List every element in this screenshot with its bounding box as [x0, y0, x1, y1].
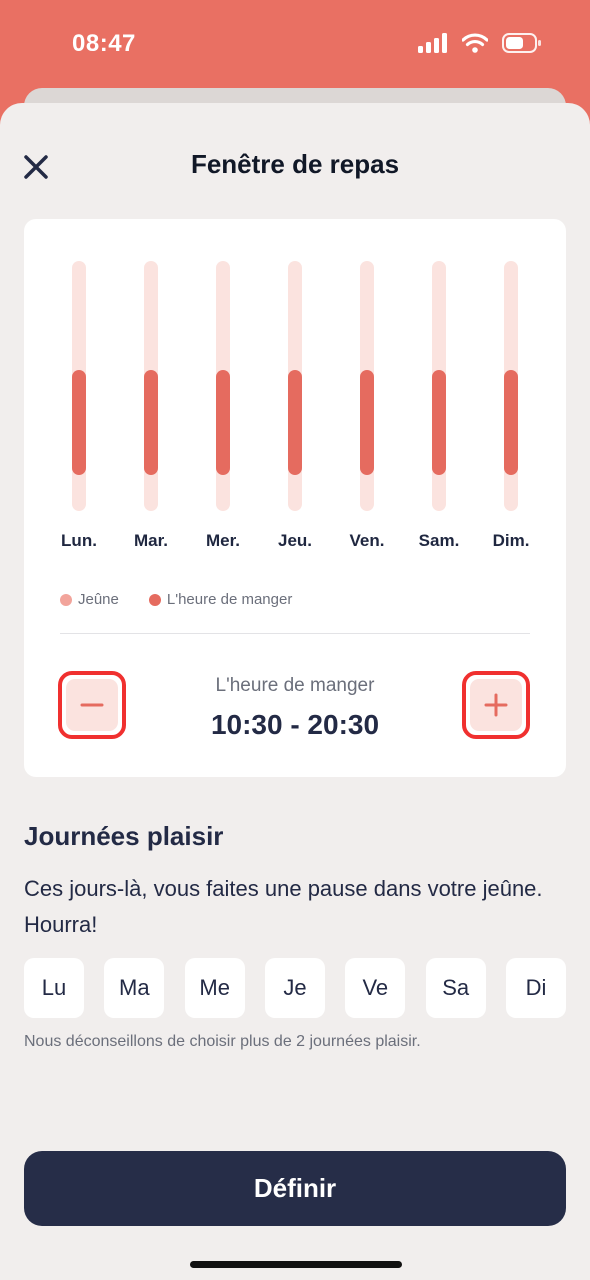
status-icons [418, 33, 542, 53]
eating-bar [216, 370, 230, 475]
chart-legend: Jeûne L'heure de manger [60, 591, 322, 608]
fasting-bar [360, 261, 374, 511]
increase-button[interactable] [462, 671, 530, 739]
cheat-day-chip[interactable]: Di [506, 958, 566, 1018]
cheat-day-chip[interactable]: Sa [425, 958, 486, 1018]
wifi-icon [462, 33, 488, 53]
cheat-day-chip[interactable]: Je [265, 958, 325, 1018]
day-label: Lun. [61, 531, 97, 550]
day-label: Dim. [492, 531, 530, 550]
fasting-bar [288, 261, 302, 511]
day-label: Mer. [205, 531, 241, 550]
cheat-day-chip[interactable]: Ma [104, 958, 165, 1018]
cheat-day-chip[interactable]: Lu [24, 958, 84, 1018]
cheat-days-description: Ces jours-là, vous faites une pause dans… [24, 876, 543, 937]
eating-window-card: Lun. Mar. Mer. Jeu. Ven. Sam. Dim. Jeûne L'heu… [24, 219, 566, 777]
cheat-day-chip[interactable]: Ve [345, 958, 406, 1018]
fasting-bar [216, 261, 230, 511]
cheat-days-note: Nous déconseillons de choisir plus de 2 … [24, 1033, 421, 1050]
status-bar: 08:47 [0, 0, 590, 90]
legend-item-eating: L'heure de manger [148, 591, 293, 608]
divider [60, 633, 530, 634]
eating-bar [432, 370, 446, 475]
define-button[interactable]: Définir [24, 1151, 566, 1226]
eating-bar [504, 370, 518, 475]
status-time: 08:47 [72, 30, 136, 57]
eating-bar [144, 370, 158, 475]
cheat-day-selector: Lu Ma Me Je Ve Sa Di [24, 958, 566, 1018]
page-title: Fenêtre de repas [190, 149, 400, 179]
fasting-bar [504, 261, 518, 511]
eating-bar [288, 370, 302, 475]
legend-label-eating: L'heure de manger [166, 591, 293, 608]
home-indicator [190, 1261, 402, 1268]
day-label: Sam. [418, 531, 460, 550]
cheat-day-chip[interactable]: Me [184, 958, 245, 1018]
day-label: Mar. [133, 531, 169, 550]
eating-bar [360, 370, 374, 475]
day-label: Jeu. [277, 531, 313, 550]
meal-window-sheet: Fenêtre de repas Lun. Mar. Mer. Jeu. Ven. Sam… [0, 103, 590, 1280]
plus-icon [484, 693, 508, 717]
fasting-bar [144, 261, 158, 511]
day-label: Ven. [349, 531, 385, 550]
eating-dot-icon [148, 593, 161, 606]
signal-icon [418, 33, 447, 53]
fasting-bar [72, 261, 86, 511]
legend-label-fasting: Jeûne [78, 591, 119, 608]
weekly-chart: Lun. Mar. Mer. Jeu. Ven. Sam. Dim. [24, 219, 566, 559]
fasting-dot-icon [60, 593, 72, 606]
cheat-days-title: Journées plaisir [24, 821, 224, 851]
legend-item-fasting: Jeûne [60, 591, 119, 608]
fasting-bar [432, 261, 446, 511]
eating-bar [72, 370, 86, 475]
battery-icon [502, 33, 541, 53]
